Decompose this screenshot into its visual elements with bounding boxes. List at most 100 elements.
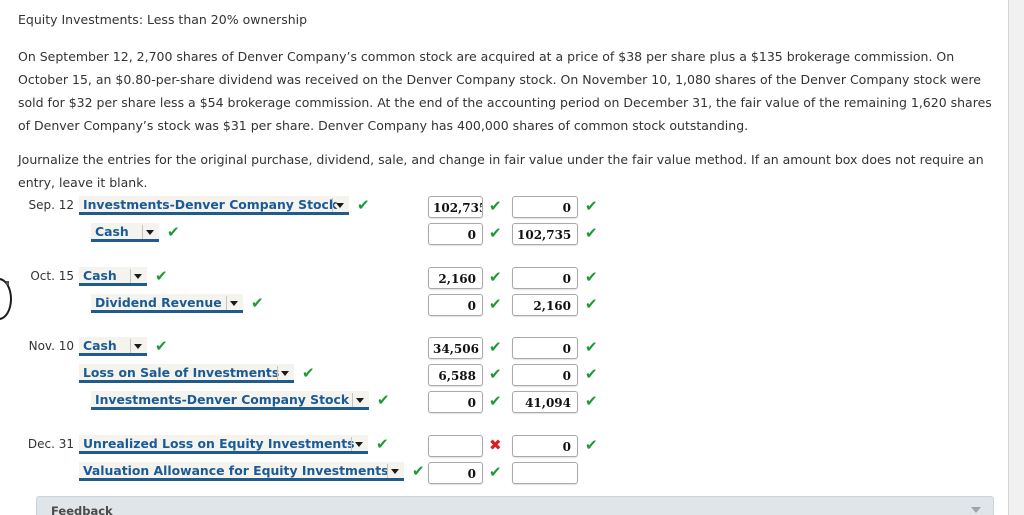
debit-amount-input[interactable]: 0 — [428, 391, 483, 413]
account-select[interactable]: Valuation Allowance for Equity Investmen… — [79, 462, 404, 481]
journal-row: Oct. 15 Cash ✔ 2,160 ✔ 0 ✔ — [0, 267, 1008, 294]
feedback-bar[interactable]: Feedback — [36, 496, 994, 515]
chevron-down-icon[interactable] — [355, 442, 363, 447]
incorrect-mark-icon: ✖ — [489, 436, 502, 454]
correct-mark-icon: ✔ — [357, 196, 370, 214]
credit-amount-input[interactable]: 41,094 — [512, 391, 578, 413]
account-select[interactable]: Unrealized Loss on Equity Investments — [79, 435, 368, 454]
correct-mark-icon: ✔ — [585, 365, 598, 383]
account-select[interactable]: Cash — [79, 267, 147, 286]
account-select-value: Cash — [83, 338, 117, 353]
chevron-down-icon[interactable] — [356, 398, 364, 403]
journal-date-label: Sep. 12 — [28, 198, 74, 212]
journal-row: Dec. 31 Unrealized Loss on Equity Investm… — [0, 435, 1008, 462]
select-divider — [130, 269, 131, 283]
credit-amount-input[interactable]: 0 — [512, 435, 578, 457]
select-divider — [387, 464, 388, 478]
credit-amount-input[interactable]: 2,160 — [512, 294, 578, 316]
chevron-down-icon[interactable] — [391, 469, 399, 474]
debit-amount-input[interactable]: 102,735 — [428, 196, 483, 218]
correct-mark-icon: ✔ — [489, 295, 502, 313]
chevron-down-icon[interactable] — [230, 301, 238, 306]
account-select[interactable]: Dividend Revenue — [91, 294, 243, 313]
debit-amount-input[interactable]: 0 — [428, 462, 483, 484]
journal-date-label: Oct. 15 — [30, 269, 74, 283]
account-select-value: Cash — [95, 224, 129, 239]
account-select-value: Dividend Revenue — [95, 295, 222, 310]
chevron-down-icon[interactable] — [134, 274, 142, 279]
select-divider — [351, 437, 352, 451]
select-divider — [352, 393, 353, 407]
select-divider — [130, 339, 131, 353]
chevron-down-icon[interactable] — [336, 203, 344, 208]
journal-row: Cash ✔ 0 ✔ 102,735 ✔ — [0, 223, 1008, 250]
correct-mark-icon: ✔ — [489, 392, 502, 410]
debit-amount-input[interactable]: 6,588 — [428, 364, 483, 386]
correct-mark-icon: ✔ — [585, 338, 598, 356]
correct-mark-icon: ✔ — [585, 295, 598, 313]
problem-title: Equity Investments: Less than 20% owners… — [18, 12, 308, 27]
account-select-value: Investments-Denver Company Stock — [95, 392, 350, 407]
chevron-down-icon[interactable] — [146, 230, 154, 235]
correct-mark-icon: ✔ — [412, 462, 425, 480]
account-select-value: Unrealized Loss on Equity Investments — [83, 436, 355, 451]
debit-amount-input[interactable]: 0 — [428, 223, 483, 245]
account-select[interactable]: Investments-Denver Company Stock — [91, 391, 369, 410]
correct-mark-icon: ✔ — [489, 197, 502, 215]
journal-entry-table: Sep. 12 Investments-Denver Company Stock ✔… — [0, 196, 1008, 492]
debit-amount-input[interactable]: 34,506 — [428, 337, 483, 359]
correct-mark-icon: ✔ — [489, 365, 502, 383]
correct-mark-icon: ✔ — [585, 268, 598, 286]
correct-mark-icon: ✔ — [585, 197, 598, 215]
chevron-down-icon[interactable] — [134, 344, 142, 349]
journal-row: Loss on Sale of Investments ✔ 6,588 ✔ 0 ✔ — [0, 364, 1008, 391]
correct-mark-icon: ✔ — [302, 364, 315, 382]
select-divider — [226, 296, 227, 310]
select-divider — [277, 366, 278, 380]
chevron-down-icon[interactable] — [281, 371, 289, 376]
correct-mark-icon: ✔ — [585, 224, 598, 242]
journal-row: Sep. 12 Investments-Denver Company Stock ✔… — [0, 196, 1008, 223]
correct-mark-icon: ✔ — [376, 435, 389, 453]
content-area: Equity Investments: Less than 20% owners… — [0, 0, 1008, 515]
correct-mark-icon: ✔ — [489, 463, 502, 481]
credit-amount-input[interactable]: 0 — [512, 364, 578, 386]
annotation-dot — [6, 281, 9, 285]
correct-mark-icon: ✔ — [155, 337, 168, 355]
page-scrollbar[interactable] — [1008, 0, 1024, 515]
journal-row: Investments-Denver Company Stock ✔ 0 ✔ 41,09… — [0, 391, 1008, 418]
journal-date-label: Dec. 31 — [27, 437, 74, 451]
correct-mark-icon: ✔ — [585, 436, 598, 454]
select-divider — [142, 225, 143, 239]
correct-mark-icon: ✔ — [489, 268, 502, 286]
correct-mark-icon: ✔ — [251, 294, 264, 312]
problem-instructions: Journalize the entries for the original … — [18, 152, 984, 190]
correct-mark-icon: ✔ — [167, 223, 180, 241]
account-select[interactable]: Cash — [79, 337, 147, 356]
debit-amount-input[interactable] — [428, 435, 483, 457]
account-select-value: Valuation Allowance for Equity Investmen… — [83, 463, 389, 478]
correct-mark-icon: ✔ — [489, 338, 502, 356]
exercise-page: Equity Investments: Less than 20% owners… — [0, 0, 1024, 515]
feedback-label: Feedback — [51, 504, 113, 515]
credit-amount-input[interactable]: 0 — [512, 196, 578, 218]
account-select-value: Cash — [83, 268, 117, 283]
chevron-down-icon[interactable] — [971, 507, 981, 513]
account-select[interactable]: Cash — [91, 223, 159, 242]
credit-amount-input[interactable]: 0 — [512, 267, 578, 289]
credit-amount-input[interactable] — [512, 462, 578, 484]
select-divider — [332, 198, 333, 212]
correct-mark-icon: ✔ — [585, 392, 598, 410]
debit-amount-input[interactable]: 2,160 — [428, 267, 483, 289]
account-select[interactable]: Loss on Sale of Investments — [79, 364, 294, 383]
credit-amount-input[interactable]: 0 — [512, 337, 578, 359]
credit-amount-input[interactable]: 102,735 — [512, 223, 578, 245]
journal-date-label: Nov. 10 — [28, 339, 74, 353]
debit-amount-input[interactable]: 0 — [428, 294, 483, 316]
account-select[interactable]: Investments-Denver Company Stock — [79, 196, 349, 215]
correct-mark-icon: ✔ — [377, 391, 390, 409]
journal-row: Valuation Allowance for Equity Investmen… — [0, 462, 1008, 489]
journal-row: Dividend Revenue ✔ 0 ✔ 2,160 ✔ — [0, 294, 1008, 321]
journal-row: Nov. 10 Cash ✔ 34,506 ✔ 0 ✔ — [0, 337, 1008, 364]
problem-paragraph-1: On September 12, 2,700 shares of Denver … — [18, 49, 992, 133]
